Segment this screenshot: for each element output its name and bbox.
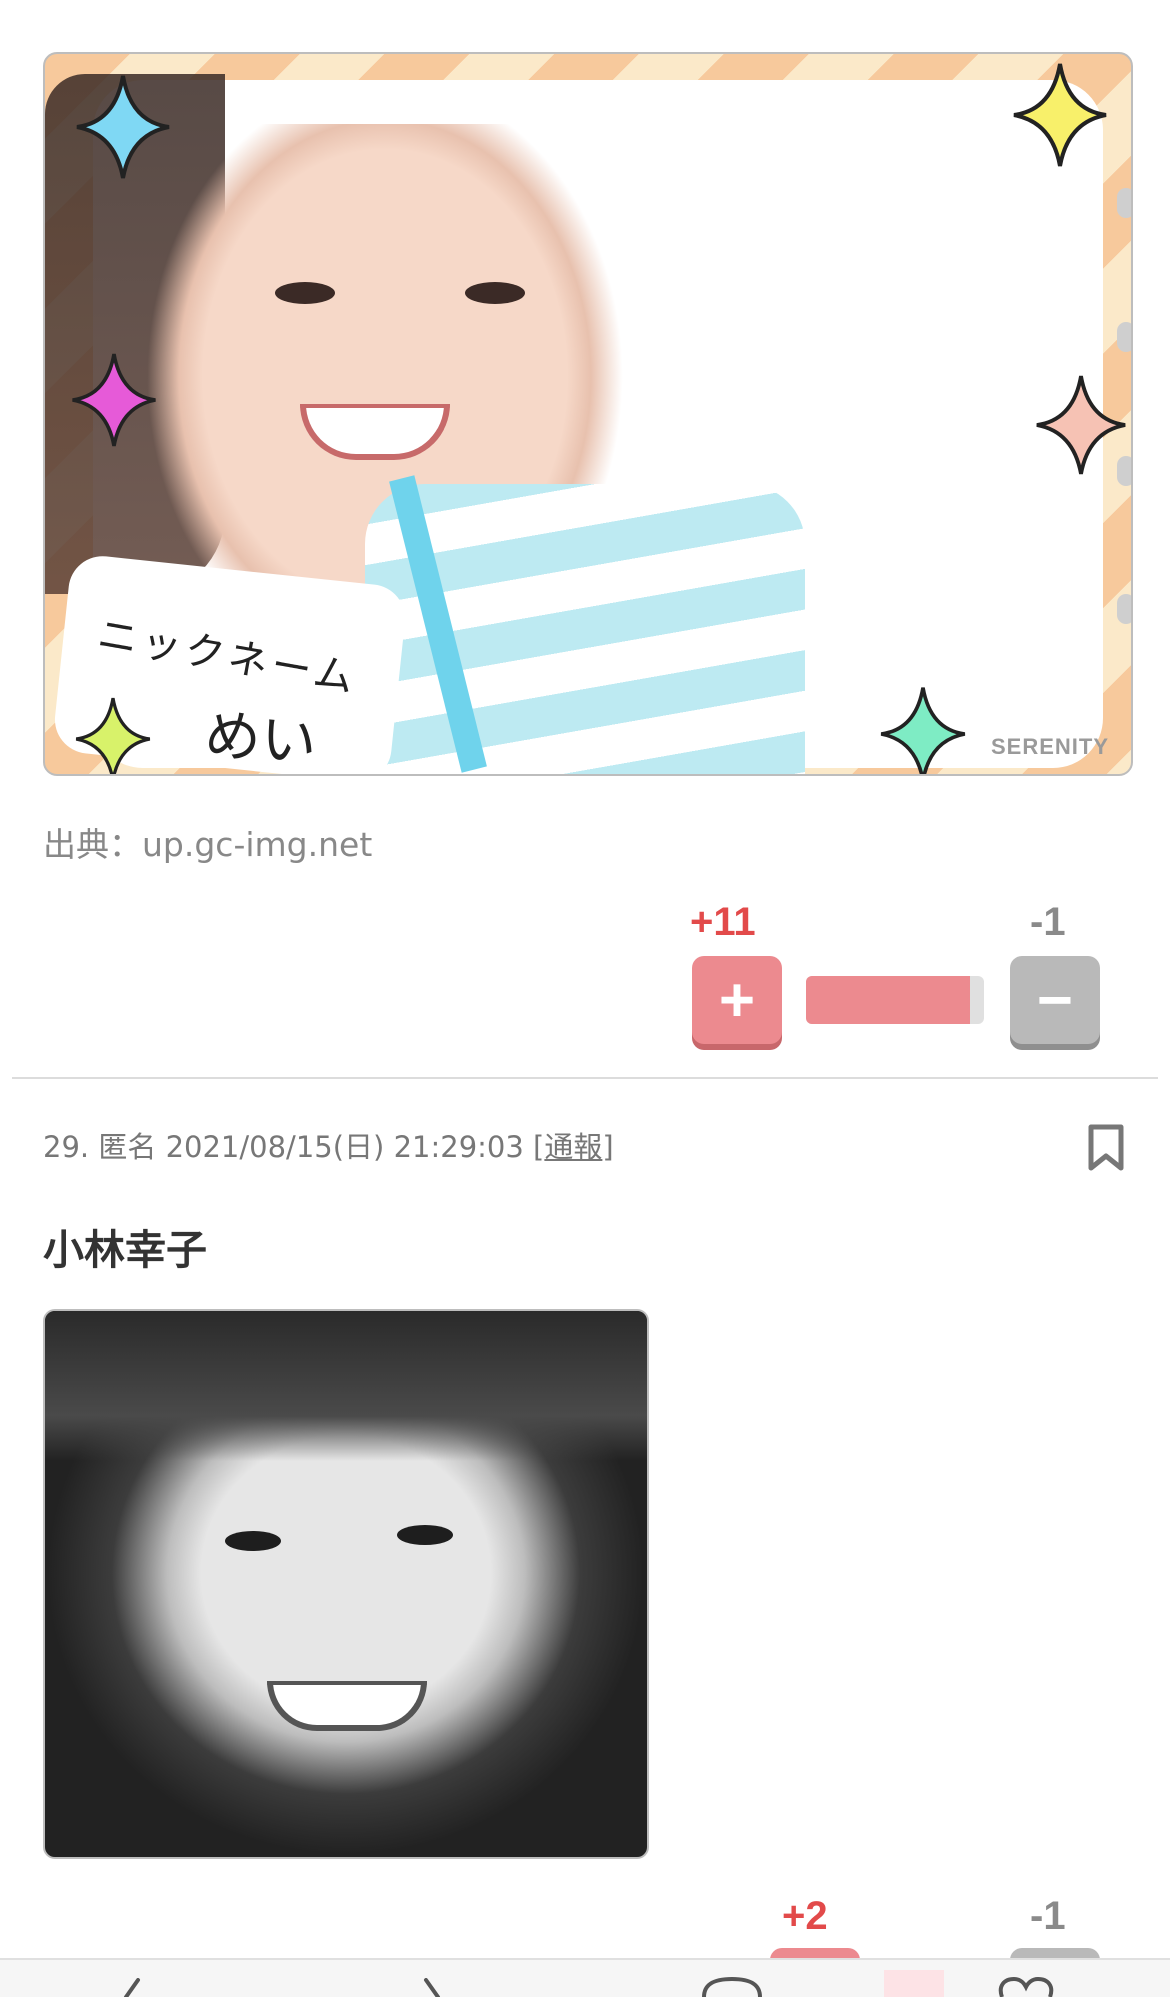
post-author: 匿名 <box>98 1130 157 1164</box>
image-source: 出典：up.gc-img.net <box>43 825 373 864</box>
image-eye-left <box>225 1531 281 1551</box>
image-eye-left <box>275 282 335 304</box>
minus-vote-button[interactable]: − <box>1010 956 1100 1044</box>
image-eye-right <box>397 1525 453 1545</box>
highlight-tab[interactable] <box>884 1970 944 1997</box>
frame-dot <box>1117 456 1131 486</box>
image-watermark: SERENITY <box>990 734 1109 759</box>
minus-vote-count: -1 <box>1030 900 1066 944</box>
post-datetime: 2021/08/15(日) 21:29:03 <box>165 1130 524 1164</box>
report-link[interactable]: 通報 <box>544 1130 602 1164</box>
bottom-toolbar <box>0 1958 1170 1997</box>
sparkle-peach-icon <box>1036 375 1126 475</box>
post-body: 小林幸子 <box>43 1226 207 1274</box>
frame-dot <box>1117 594 1131 624</box>
post-image[interactable] <box>43 1309 649 1859</box>
heart-icon[interactable] <box>996 1976 1056 1997</box>
post-divider <box>12 1077 1158 1079</box>
plus-vote-count: +2 <box>782 1894 828 1938</box>
sparkle-mint-icon <box>880 687 966 774</box>
vote-ratio-fill <box>806 976 970 1024</box>
plus-vote-count: +11 <box>690 900 756 944</box>
sparkle-yellow-icon <box>1013 63 1107 167</box>
report-bracket-open: [ <box>533 1130 545 1164</box>
bookmark-icon[interactable] <box>1088 1124 1124 1172</box>
sparkle-blue-icon <box>76 75 170 179</box>
vote-ratio-bar <box>806 976 984 1024</box>
frame-dot <box>1117 322 1131 352</box>
post-image[interactable]: ニックネーム めい SERENITY <box>43 52 1133 776</box>
nickname-text: めい <box>202 703 319 776</box>
post-number: 29. <box>43 1130 90 1164</box>
sparkle-lime-icon <box>75 697 151 774</box>
chevron-right-icon[interactable] <box>420 1978 446 1997</box>
plus-vote-button[interactable]: + <box>692 956 782 1044</box>
frame-dot <box>1117 188 1131 218</box>
chevron-left-icon[interactable] <box>118 1978 144 1997</box>
report-bracket-close: ] <box>602 1130 614 1164</box>
minus-vote-count: -1 <box>1030 1894 1066 1938</box>
comment-icon[interactable] <box>700 1976 764 1997</box>
image-hair <box>45 1311 647 1461</box>
image-mouth <box>267 1681 427 1731</box>
post-meta: 29. 匿名 2021/08/15(日) 21:29:03 [通報] <box>43 1124 614 1166</box>
image-eye-right <box>465 282 525 304</box>
sparkle-pink-icon <box>72 353 156 447</box>
